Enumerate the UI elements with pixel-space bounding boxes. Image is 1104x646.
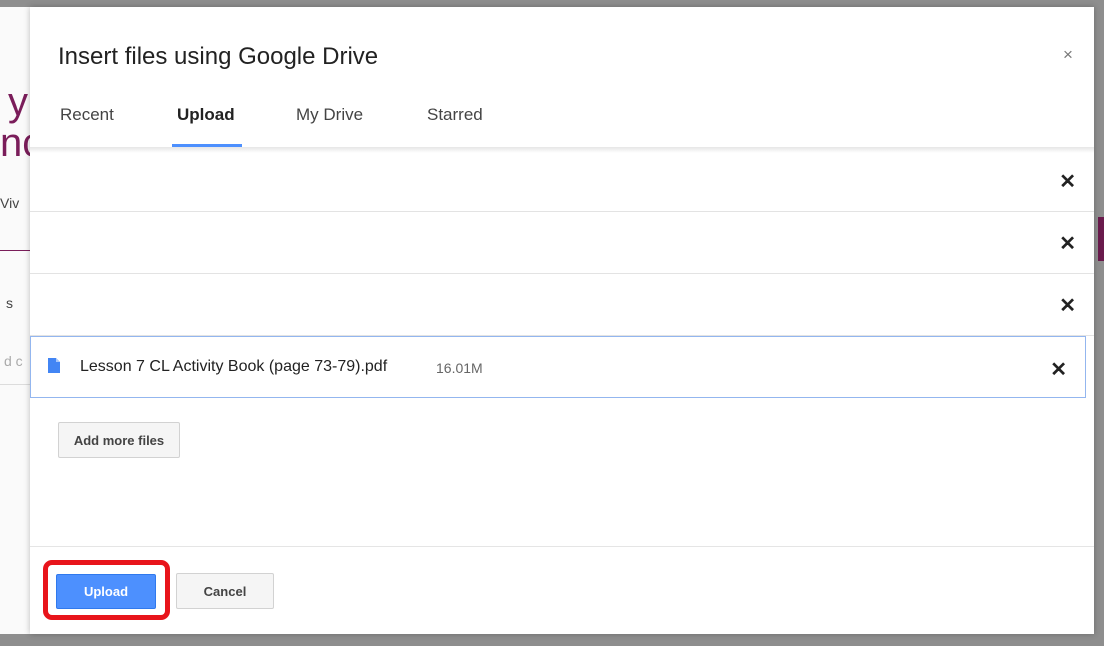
list-item-selected[interactable]: Lesson 7 CL Activity Book (page 73-79).p… (30, 336, 1086, 398)
cancel-button[interactable]: Cancel (176, 573, 274, 609)
bg-text-fragment: d c (4, 353, 23, 369)
add-more-files-button[interactable]: Add more files (58, 422, 180, 458)
google-drive-dialog: Insert files using Google Drive × Recent… (30, 7, 1094, 634)
background-page: y nc Viv s d c (0, 7, 30, 634)
overlay-frame-right (1094, 7, 1104, 634)
remove-file-icon[interactable]: ✕ (1050, 357, 1067, 382)
remove-file-icon[interactable]: ✕ (1059, 293, 1076, 318)
highlight-annotation (43, 560, 170, 620)
file-size: 16.01M (436, 360, 483, 376)
tab-my-drive[interactable]: My Drive (296, 105, 363, 125)
remove-file-icon[interactable]: ✕ (1059, 169, 1076, 194)
bg-text-fragment: Viv (0, 195, 20, 211)
dialog-title: Insert files using Google Drive (58, 43, 379, 70)
list-item: ✕ (30, 149, 1094, 212)
file-name: Lesson 7 CL Activity Book (page 73-79).p… (80, 358, 388, 375)
bg-text-fragment: nc (0, 121, 30, 165)
overlay-frame-top (0, 0, 1104, 7)
file-icon (48, 358, 60, 373)
bg-divider (0, 250, 30, 251)
overlay-frame-bottom (0, 634, 1104, 646)
bg-accent (1098, 217, 1104, 261)
footer-divider (30, 546, 1094, 547)
remove-file-icon[interactable]: ✕ (1059, 231, 1076, 256)
close-icon[interactable]: × (1063, 45, 1073, 65)
tab-upload[interactable]: Upload (177, 105, 235, 125)
bg-text-fragment: y (8, 80, 28, 124)
tab-bar: Recent Upload My Drive Starred (30, 95, 1094, 147)
bg-divider (0, 384, 30, 385)
list-item: ✕ (30, 273, 1094, 336)
tab-recent[interactable]: Recent (60, 105, 114, 125)
tab-starred[interactable]: Starred (427, 105, 483, 125)
list-item: ✕ (30, 211, 1094, 274)
bg-text-fragment: s (6, 295, 13, 311)
